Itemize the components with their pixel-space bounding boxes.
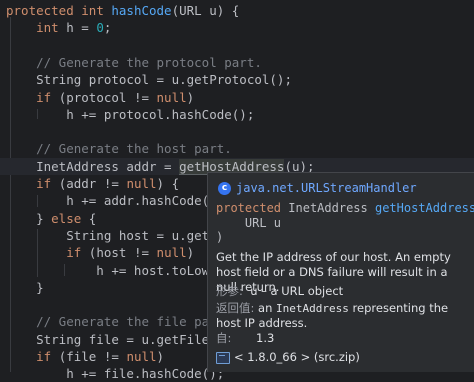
popup-footer-text: < 1.8.0_66 > (src.zip) [234,350,360,364]
code-line[interactable]: if (addr != null) { [0,175,179,192]
code-line-text: h += protocol.hashCode(); [6,106,255,122]
library-icon [216,351,230,364]
code-line[interactable]: // Generate the protocol part. [0,54,262,71]
code-line[interactable]: h += addr.hashCode(); [0,192,224,209]
code-line[interactable]: String protocol = u.getProtocol(); [0,71,292,88]
signature-return-type: InetAddress [288,201,368,215]
params-value: u – a URL object [250,284,344,298]
popup-class-name: java.net.URLStreamHandler [236,181,417,195]
popup-signature-close: ) [216,230,224,244]
since-value: 1.3 [256,331,275,345]
popup-since-row: 自: 1.3 [216,331,274,346]
code-line[interactable]: h += host.toLowerCa [0,262,239,279]
code-line[interactable]: int h = 0; [0,19,111,36]
code-line-text: int h = 0; [36,20,112,36]
code-line[interactable]: h += file.hashCode(); [0,365,224,382]
code-line-text: h += host.toLowerCa [6,262,240,278]
class-c-icon: c [218,182,231,195]
since-label: 自: [216,331,232,345]
code-line-text: } else { [6,210,97,226]
quick-documentation-popup[interactable]: c java.net.URLStreamHandler protected Ine… [207,172,474,372]
popup-class-link[interactable]: c java.net.URLStreamHandler [218,179,417,197]
signature-modifier: protected [216,201,282,215]
code-line[interactable]: protected int hashCode(URL u) { [0,2,239,19]
code-line-text: protected int hashCode(URL u) { [6,3,240,18]
code-line[interactable]: } else { [0,210,96,227]
popup-signature-param: URL u [216,216,282,230]
code-line-text: if (host != null) [66,245,195,261]
returns-value-code: InetAddress [276,302,349,315]
code-line[interactable]: String file = u.getFile(); [0,331,232,348]
params-label: 形参: [216,284,243,298]
code-line[interactable] [0,123,6,140]
code-line-text: h += file.hashCode(); [6,366,225,382]
code-line-text: if (protocol != null) [36,89,195,105]
code-line-text: String file = u.getFile(); [6,331,232,347]
code-line-text: String host = u.getHost [6,227,240,243]
popup-returns-row: 返回值: an InetAddress representing the hos… [216,301,468,331]
popup-params-row: 形参: u – a URL object [216,284,343,299]
code-line[interactable] [0,296,6,313]
code-line[interactable]: if (protocol != null) [0,89,194,106]
code-line[interactable]: String host = u.getHost [0,227,239,244]
code-line[interactable]: // Generate the host part. [0,140,232,157]
code-line[interactable]: h += protocol.hashCode(); [0,106,254,123]
code-line-text: // Generate the file part. [36,314,232,330]
code-line-text: if (file != null) [36,349,165,364]
popup-footer[interactable]: < 1.8.0_66 > (src.zip) [216,350,360,364]
code-line-text: // Generate the host part. [36,141,232,157]
returns-label: 返回值: [216,301,255,315]
code-line-text: if (addr != null) { [36,176,180,191]
code-line-text: h += addr.hashCode(); [6,193,225,209]
returns-value-prefix: an [258,301,277,315]
popup-signature-line: protected InetAddress getHostAddress( [216,200,474,216]
code-line[interactable]: if (host != null) [0,244,194,261]
code-line-text: // Generate the protocol part. [36,54,262,70]
code-line[interactable] [0,37,6,54]
code-line[interactable]: if (file != null) [0,348,164,365]
code-line[interactable]: // Generate the file part. [0,313,232,330]
code-line-text: } [6,279,44,295]
code-line[interactable]: } [0,279,44,296]
signature-method-name: getHostAddress( [374,201,474,215]
code-line-text: String protocol = u.getProtocol(); [6,72,292,88]
